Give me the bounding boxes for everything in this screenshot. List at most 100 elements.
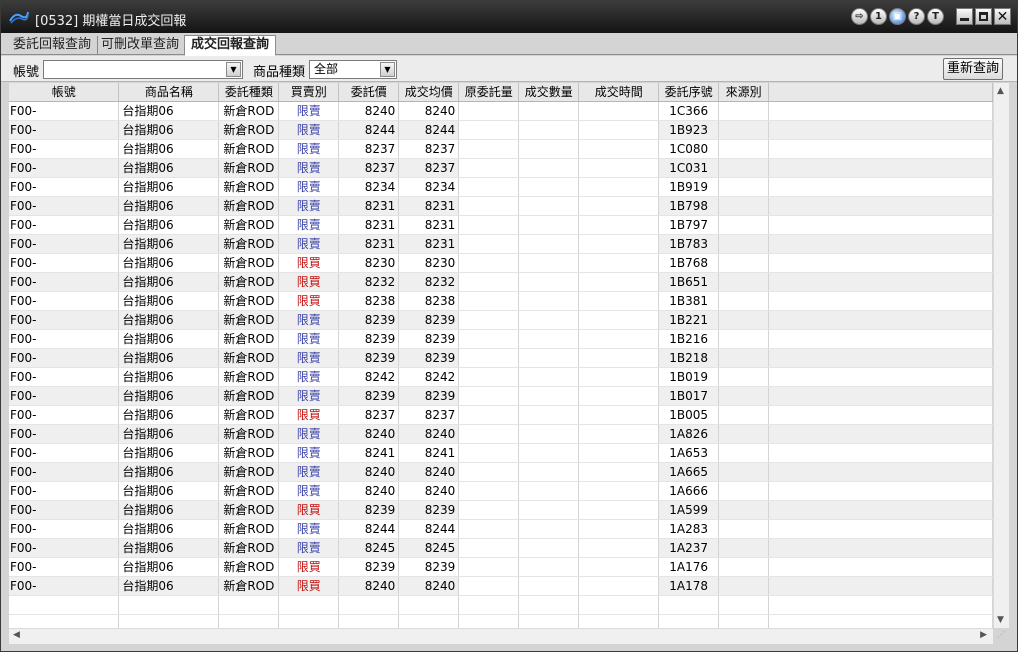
cell-fill-qty: [518, 538, 580, 558]
cell-product: 台指期06: [118, 310, 220, 330]
cell-avg-price: 8231: [398, 234, 460, 254]
col-header-fill-qty[interactable]: 成交數量: [518, 83, 580, 102]
col-header-fill-time[interactable]: 成交時間: [578, 83, 660, 102]
cell-order-type: 新倉ROD: [218, 576, 280, 596]
table-row[interactable]: F00- 台指期06 新倉ROD 限賣 8240 8240 1C366: [9, 101, 993, 121]
cell-fill-time: [578, 443, 660, 463]
cell-fill-qty: [518, 158, 580, 178]
maximize-button[interactable]: [975, 8, 992, 25]
col-header-order-seq[interactable]: 委託序號: [658, 83, 720, 102]
table-row[interactable]: F00- 台指期06 新倉ROD 限買 8239 8239 1A176: [9, 557, 993, 577]
table-row[interactable]: F00- 台指期06 新倉ROD 限賣 8239 8239 1B218: [9, 348, 993, 368]
table-row[interactable]: F00- 台指期06 新倉ROD 限買 8230 8230 1B768: [9, 253, 993, 273]
table-row[interactable]: F00- 台指期06 新倉ROD 限賣 8245 8245 1A237: [9, 538, 993, 558]
cell-filler: [768, 253, 993, 273]
table-row[interactable]: F00- 台指期06 新倉ROD 限賣 8231 8231 1B797: [9, 215, 993, 235]
cell-filler: [768, 329, 993, 349]
table-row[interactable]: F00- 台指期06 新倉ROD 限賣 8240 8240 1A826: [9, 424, 993, 444]
cell-order-seq: 1A237: [658, 538, 720, 558]
chevron-down-icon[interactable]: ▼: [380, 62, 395, 77]
horizontal-scrollbar[interactable]: ◀ ▶: [9, 628, 993, 644]
link-icon[interactable]: ▣: [889, 8, 906, 25]
cell-order-type: 新倉ROD: [218, 481, 280, 501]
col-header-account[interactable]: 帳號: [9, 83, 120, 102]
cell-fill-time: [578, 329, 660, 349]
cell-order-seq: 1B798: [658, 196, 720, 216]
cell-fill-time: [578, 367, 660, 387]
cell-avg-price: 8240: [398, 462, 460, 482]
tab-order-report[interactable]: 委託回報查詢: [7, 36, 99, 55]
cell-side: 限賣: [278, 234, 340, 254]
cell-order-price: 8231: [338, 215, 400, 235]
top-icon[interactable]: T: [927, 8, 944, 25]
requery-button[interactable]: 重新查詢: [943, 58, 1003, 80]
scroll-up-icon[interactable]: ▲: [997, 86, 1004, 96]
scroll-down-icon[interactable]: ▼: [997, 615, 1004, 625]
table-row[interactable]: F00- 台指期06 新倉ROD 限賣 8244 8244 1A283: [9, 519, 993, 539]
cell-product: 台指期06: [118, 367, 220, 387]
col-header-product[interactable]: 商品名稱: [118, 83, 220, 102]
one-icon[interactable]: 1: [870, 8, 887, 25]
cell-fill-time: [578, 348, 660, 368]
cell-filler: [768, 424, 993, 444]
table-row[interactable]: F00- 台指期06 新倉ROD 限賣 8239 8239 1B216: [9, 329, 993, 349]
scroll-left-icon[interactable]: ◀: [13, 630, 20, 640]
cell-source: [718, 576, 770, 596]
cell-source: [718, 177, 770, 197]
cell-order-type: 新倉ROD: [218, 215, 280, 235]
col-header-orig-qty[interactable]: 原委託量: [458, 83, 520, 102]
table-row[interactable]: F00- 台指期06 新倉ROD 限賣 8237 8237 1C080: [9, 139, 993, 159]
cell-account: F00-: [9, 386, 120, 406]
table-row[interactable]: F00- 台指期06 新倉ROD 限買 8232 8232 1B651: [9, 272, 993, 292]
table-row[interactable]: F00- 台指期06 新倉ROD 限賣 8231 8231 1B783: [9, 234, 993, 254]
chevron-down-icon[interactable]: ▼: [226, 62, 241, 77]
table-row[interactable]: F00- 台指期06 新倉ROD 限賣 8244 8244 1B923: [9, 120, 993, 140]
table-row[interactable]: F00- 台指期06 新倉ROD 限買 8238 8238 1B381: [9, 291, 993, 311]
col-header-avg-price[interactable]: 成交均價: [398, 83, 460, 102]
col-header-order-type[interactable]: 委託種類: [218, 83, 280, 102]
tab-fill-report[interactable]: 成交回報查詢: [184, 35, 277, 56]
table-row[interactable]: F00- 台指期06 新倉ROD 限賣 8234 8234 1B919: [9, 177, 993, 197]
cell-filler: [768, 462, 993, 482]
col-header-source[interactable]: 來源別: [718, 83, 770, 102]
resize-grip-icon[interactable]: ⋰: [997, 631, 1011, 645]
cell-order-price: 8234: [338, 177, 400, 197]
col-header-side[interactable]: 買賣別: [278, 83, 340, 102]
cell-account: F00-: [9, 424, 120, 444]
cell-source: [718, 481, 770, 501]
scroll-right-icon[interactable]: ▶: [980, 630, 987, 640]
cell-avg-price: 8244: [398, 519, 460, 539]
cell-order-price: 8232: [338, 272, 400, 292]
vertical-scrollbar[interactable]: ▲ ▼: [993, 83, 1009, 628]
cell-source: [718, 405, 770, 425]
table-row[interactable]: F00- 台指期06 新倉ROD 限賣 8237 8237 1C031: [9, 158, 993, 178]
table-row[interactable]: F00- 台指期06 新倉ROD 限賣 8240 8240 1A665: [9, 462, 993, 482]
col-header-order-price[interactable]: 委託價: [338, 83, 400, 102]
cell-fill-qty: [518, 424, 580, 444]
tab-modifiable-orders[interactable]: 可刪改單查詢: [95, 36, 185, 55]
cell-order-price: 8238: [338, 291, 400, 311]
table-row[interactable]: F00- 台指期06 新倉ROD 限賣 8239 8239 1B221: [9, 310, 993, 330]
cell-fill-qty: [518, 481, 580, 501]
table-row[interactable]: F00- 台指期06 新倉ROD 限買 8239 8239 1A599: [9, 500, 993, 520]
table-row[interactable]: F00- 台指期06 新倉ROD 限賣 8239 8239 1B017: [9, 386, 993, 406]
close-button[interactable]: ✕: [994, 8, 1011, 25]
title-bar[interactable]: [0532] 期權當日成交回報 ⇨ 1 ▣ ? T ✕: [1, 1, 1017, 33]
fill-report-table[interactable]: 帳號 商品名稱 委託種類 買賣別 委託價 成交均價 原委託量 成交數量 成交時間…: [9, 83, 993, 628]
cell-orig-qty: [458, 500, 520, 520]
table-row[interactable]: F00- 台指期06 新倉ROD 限買 8237 8237 1B005: [9, 405, 993, 425]
table-row[interactable]: F00- 台指期06 新倉ROD 限賣 8242 8242 1B019: [9, 367, 993, 387]
cell-product: 台指期06: [118, 519, 220, 539]
cell-filler: [768, 367, 993, 387]
help-icon[interactable]: ?: [908, 8, 925, 25]
cell-order-price: 8237: [338, 405, 400, 425]
export-icon[interactable]: ⇨: [851, 8, 868, 25]
table-row[interactable]: F00- 台指期06 新倉ROD 限買 8240 8240 1A178: [9, 576, 993, 596]
minimize-button[interactable]: [956, 8, 973, 25]
table-row[interactable]: F00- 台指期06 新倉ROD 限賣 8240 8240 1A666: [9, 481, 993, 501]
account-select[interactable]: ▼: [43, 60, 243, 79]
cell-orig-qty: [458, 443, 520, 463]
table-row[interactable]: F00- 台指期06 新倉ROD 限賣 8231 8231 1B798: [9, 196, 993, 216]
product-type-select[interactable]: 全部 ▼: [309, 60, 397, 79]
table-row[interactable]: F00- 台指期06 新倉ROD 限賣 8241 8241 1A653: [9, 443, 993, 463]
